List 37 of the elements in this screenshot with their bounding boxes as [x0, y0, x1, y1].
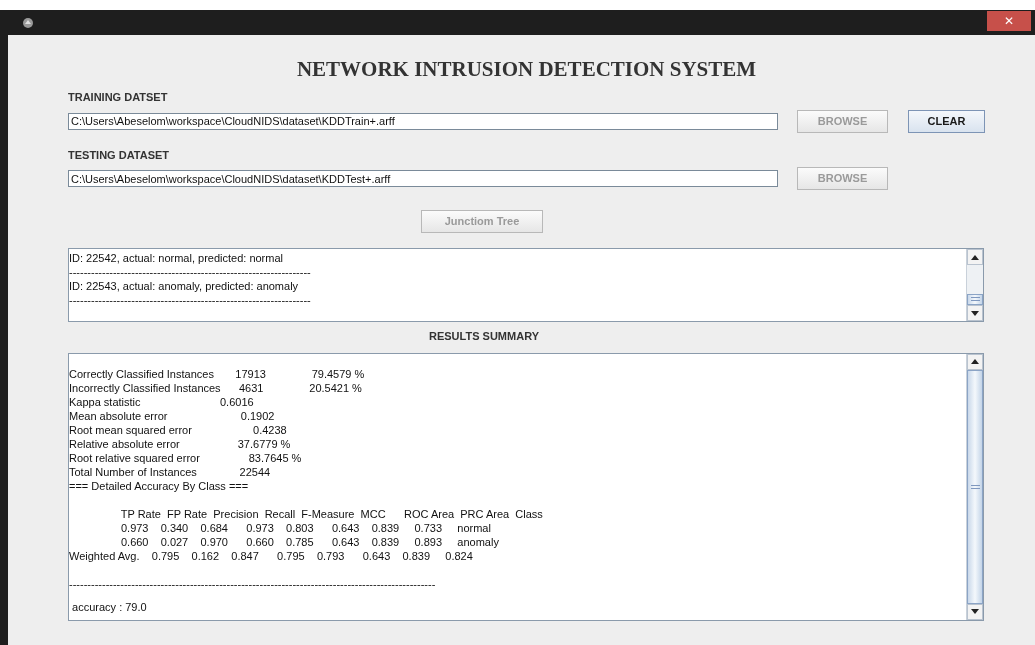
up-arrow-icon	[971, 254, 979, 260]
result-line: Total Number of Instances 22544	[69, 464, 272, 479]
result-line: Kappa statistic 0.6016	[69, 394, 255, 409]
scroll-up-button[interactable]	[967, 249, 983, 265]
result-line: TP Rate FP Rate Precision Recall F-Measure MCC ROC Area PRC Area Class	[119, 506, 544, 521]
log-line: ID: 22542, actual: normal, predicted: normal	[69, 251, 284, 265]
down-arrow-icon	[971, 310, 979, 316]
section-label: TRAINING DATSET	[68, 90, 168, 105]
result-line: Incorrectly Classified Instances 4631 20.5421 %	[69, 380, 363, 395]
down-arrow-icon	[971, 609, 979, 614]
section-label: TESTING DATASET	[68, 147, 170, 163]
results-heading: RESULTS SUMMARY	[429, 329, 539, 344]
result-line: Weighted Avg. 0.795 0.162 0.847 0.795 0.793 0.643 0.839 0.824	[69, 548, 474, 563]
result-line: 0.973 0.340 0.684 0.973 0.803 0.643 0.839 0.733 normal	[119, 520, 492, 535]
up-arrow-icon	[971, 359, 979, 364]
result-line: Relative absolute error 37.6779 %	[69, 436, 292, 451]
scroll-down-button[interactable]	[967, 305, 983, 321]
close-button[interactable]: ✕	[987, 11, 1031, 31]
result-line: === Detailed Accuracy By Class ===	[69, 478, 250, 493]
log-line: ------------------------------------------------------------------	[69, 265, 312, 279]
result-line: accuracy : 79.0	[71, 599, 148, 614]
scroll-up-button[interactable]	[967, 353, 983, 370]
app-title: NETWORK INTRUSION DETECTION SYSTEM	[295, 57, 758, 81]
result-line: Mean absolute error 0.1902	[69, 408, 276, 423]
result-line: 0.660 0.027 0.970 0.660 0.785 0.643 0.839 0.893 anomaly	[119, 534, 500, 549]
result-line: Correctly Classified Instances 17913 79.4579 %	[69, 366, 366, 381]
result-line: Root relative squared error 83.7645 %	[69, 450, 303, 465]
scrollbar-thumb[interactable]	[967, 293, 983, 305]
app-icon	[22, 16, 34, 29]
scrollbar-thumb[interactable]	[967, 369, 983, 604]
clear-button[interactable]: CLEAR	[908, 109, 985, 133]
file-path-field[interactable]: C:\Users\Abeselom\workspace\CloudNIDS\dataset\KDDTrain+.arff	[68, 112, 778, 130]
result-line: ----------------------------------------------------------------------------------------------------	[69, 576, 437, 591]
result-line: Root mean squared error 0.4238	[69, 422, 288, 437]
log-line: ID: 22543, actual: anomaly, predicted: anomaly	[69, 279, 300, 293]
log-line: ------------------------------------------------------------------	[69, 293, 312, 307]
file-path-field[interactable]: C:\Users\Abeselom\workspace\CloudNIDS\dataset\KDDTest+.arff	[68, 170, 778, 187]
